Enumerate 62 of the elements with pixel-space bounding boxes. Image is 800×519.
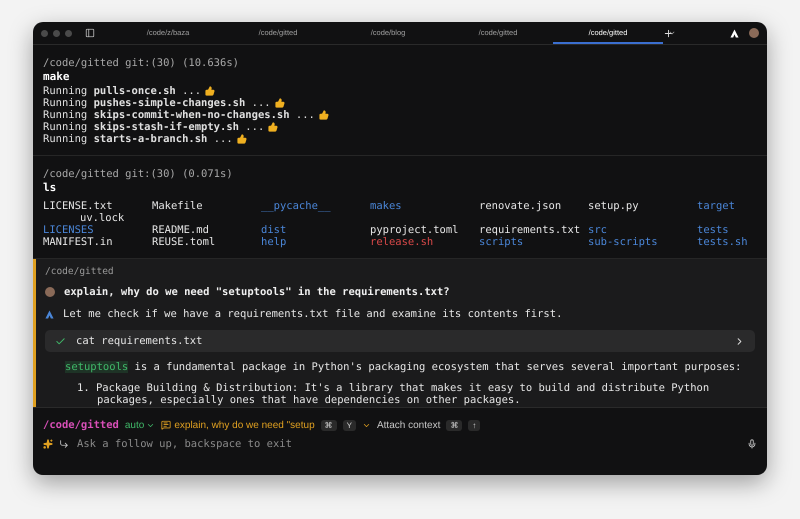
- file-name: __pycache__: [261, 200, 331, 212]
- file-name: makes: [370, 200, 402, 212]
- command-text: ls: [43, 182, 58, 194]
- file-name: tests: [697, 224, 729, 236]
- tool-call-row[interactable]: cat requirements.txt: [45, 330, 755, 352]
- avatar[interactable]: [749, 28, 759, 38]
- conversation-selector[interactable]: explain, why do we need "setup: [161, 420, 315, 430]
- chevron-down-icon[interactable]: [668, 29, 676, 37]
- file-name: README.md: [152, 224, 209, 236]
- sidebar-icon[interactable]: [85, 28, 95, 38]
- file-name: scripts: [479, 236, 524, 248]
- user-avatar: [45, 287, 55, 297]
- logo-icon: [730, 28, 739, 38]
- sparkle-icon: [43, 439, 53, 449]
- file-name: LICENSE.txt: [43, 200, 113, 212]
- output-line: Running skips-commit-when-no-changes.sh ...: [43, 109, 315, 121]
- file-name: uv.lock: [79, 212, 126, 224]
- thumbs-up-icon: [205, 86, 216, 96]
- return-arrow-icon: [59, 439, 69, 449]
- thumbs-up-icon: [318, 110, 329, 120]
- file-name: MANIFEST.in: [43, 236, 113, 248]
- reply-text: Let me check if we have a requirements.txt file and examine its contents first.: [63, 308, 562, 320]
- prompt-text: /code/gitted git:(30) (10.636s): [43, 57, 240, 69]
- thumbs-up-icon: [268, 122, 278, 132]
- chat-icon: [161, 420, 172, 430]
- file-name: sub-scripts: [588, 236, 658, 248]
- list-item: 1. Package Building & Distribution: It's a library that makes it easy to build and distribute Python packages, especially ones that have dependencies on other packages.: [76, 382, 710, 406]
- file-name: Makefile: [152, 200, 203, 212]
- file-name: release.sh: [370, 236, 434, 248]
- output-line: Running pushes-simple-changes.sh ...: [43, 97, 271, 109]
- follow-up-field[interactable]: Ask a follow up, backspace to exit: [75, 437, 741, 451]
- logo-icon: [45, 310, 54, 318]
- add-icon[interactable]: [663, 28, 674, 38]
- key-hint: ⌘: [446, 420, 462, 430]
- file-name: tests.sh: [697, 236, 748, 248]
- file-name: renovate.json: [479, 200, 562, 212]
- file-name: help: [261, 236, 286, 248]
- microphone-icon[interactable]: [747, 439, 757, 449]
- key-hint: ↑: [468, 420, 480, 430]
- question-text: explain, why do we need "setuptools" in the requirements.txt?: [64, 286, 450, 298]
- file-name: dist: [261, 224, 286, 236]
- output-line: Running pulls-once.sh ...: [43, 85, 202, 97]
- output-line: Running skips-stash-if-empty.sh ...: [43, 121, 264, 133]
- output-line: Running starts-a-branch.sh ...: [43, 133, 233, 145]
- file-name: setup.py: [588, 200, 639, 212]
- file-name: src: [588, 224, 607, 236]
- mode-selector[interactable]: auto: [124, 420, 156, 430]
- command-text: make: [43, 71, 70, 83]
- file-name: pyproject.toml: [370, 224, 459, 236]
- thumbs-up-icon: [236, 134, 247, 144]
- file-name: target: [697, 200, 735, 212]
- attach-context-button[interactable]: Attach context: [376, 420, 440, 430]
- thumbs-up-icon: [274, 98, 285, 108]
- file-name: requirements.txt: [479, 224, 580, 236]
- prompt-text: /code/gitted git:(30) (0.071s): [43, 168, 234, 180]
- path-text: /code/gitted: [43, 419, 119, 431]
- file-name: REUSE.toml: [152, 236, 216, 248]
- key-hint: ⌘: [320, 420, 337, 430]
- path-text: /code/gitted: [45, 266, 115, 278]
- key-hint: Y: [342, 420, 356, 430]
- file-name: LICENSES: [43, 224, 94, 236]
- answer-text: setuptools is a fundamental package in Python's packaging ecosystem that serves several important purposes:: [64, 361, 742, 373]
